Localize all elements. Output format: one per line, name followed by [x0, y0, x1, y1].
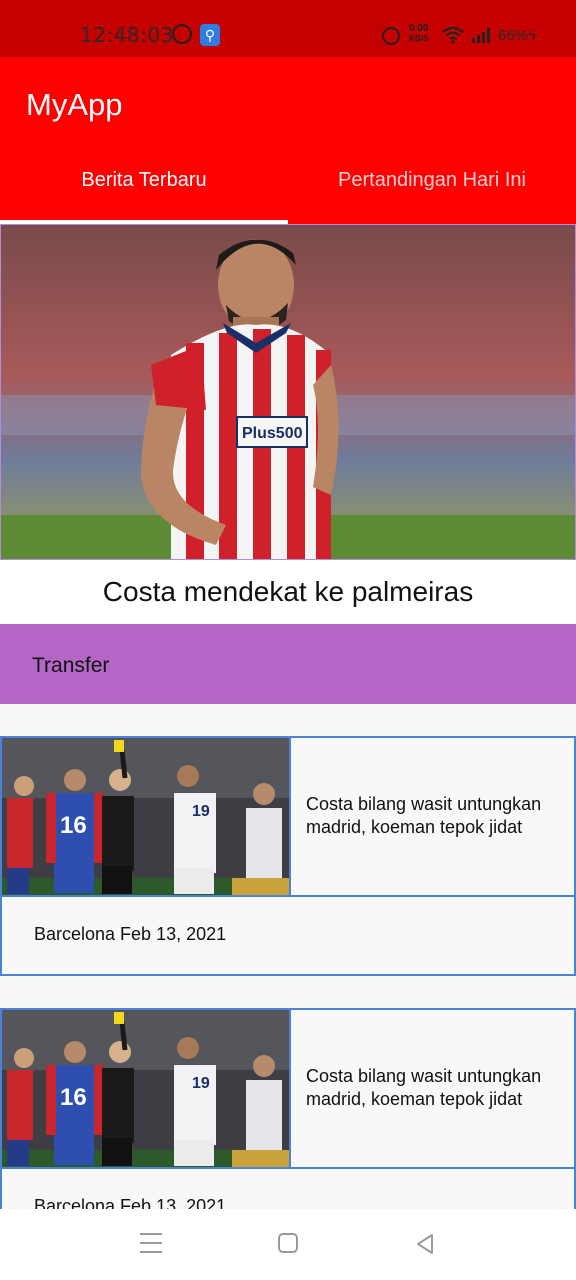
status-time: 12:48:03	[80, 23, 174, 47]
referee-card-photo: 16 19	[2, 738, 290, 896]
svg-text:19: 19	[192, 1075, 210, 1092]
app-bar: MyApp Berita Terbaru Pertandingan Hari I…	[0, 57, 576, 224]
card-divider	[2, 895, 576, 897]
usb-icon: ⚲	[200, 24, 220, 46]
card-divider	[289, 1010, 291, 1168]
whatsapp-icon	[172, 24, 192, 44]
system-nav-bar	[0, 1209, 576, 1280]
battery-indicator: 66%ϟ	[498, 27, 536, 44]
card-divider	[289, 738, 291, 896]
wifi-icon	[442, 26, 464, 44]
news-thumbnail: 16 19	[2, 738, 290, 896]
battery-level: 66%	[498, 27, 529, 44]
featured-image[interactable]: Plus500	[0, 224, 576, 560]
home-icon[interactable]	[278, 1233, 298, 1253]
category-header: Transfer	[0, 624, 576, 704]
back-icon[interactable]	[414, 1233, 436, 1255]
news-headline[interactable]: Costa bilang wasit untungkan madrid, koe…	[306, 1065, 568, 1111]
net-speed: 0.00 KB/S	[409, 24, 428, 44]
referee-card-photo: 16 19	[2, 1010, 290, 1168]
news-meta: Barcelona Feb 13, 2021	[34, 924, 227, 944]
category-label: Transfer	[32, 654, 110, 677]
svg-text:Plus500: Plus500	[242, 425, 303, 442]
status-bar: 12:48:03 ⚲ 0.00 KB/S 66%ϟ	[0, 0, 576, 57]
app-screen: 12:48:03 ⚲ 0.00 KB/S 66%ϟ MyApp Berita T…	[0, 0, 576, 1280]
app-title: MyApp	[26, 87, 123, 122]
card-divider	[2, 1167, 576, 1169]
net-speed-value: 0.00	[409, 23, 429, 34]
news-card[interactable]: 16 19 Costa bilang wasit untungkan madri…	[0, 736, 576, 976]
news-headline[interactable]: Costa bilang wasit untungkan madrid, koe…	[306, 793, 568, 839]
featured-title[interactable]: Costa mendekat ke palmeiras	[0, 560, 576, 624]
tab-berita-terbaru[interactable]: Berita Terbaru	[0, 169, 288, 192]
player-photo: Plus500	[1, 225, 575, 559]
svg-text:16: 16	[60, 1084, 87, 1111]
menu-icon[interactable]	[140, 1233, 162, 1253]
news-thumbnail: 16 19	[2, 1010, 290, 1168]
battery-charging-icon: ϟ	[528, 27, 536, 44]
net-speed-unit: KB/S	[409, 34, 429, 43]
tab-pertandingan-hari-ini[interactable]: Pertandingan Hari Ini	[288, 169, 576, 192]
alarm-icon	[382, 27, 400, 45]
svg-text:16: 16	[60, 812, 87, 839]
signal-icon	[472, 28, 490, 43]
svg-text:19: 19	[192, 803, 210, 820]
